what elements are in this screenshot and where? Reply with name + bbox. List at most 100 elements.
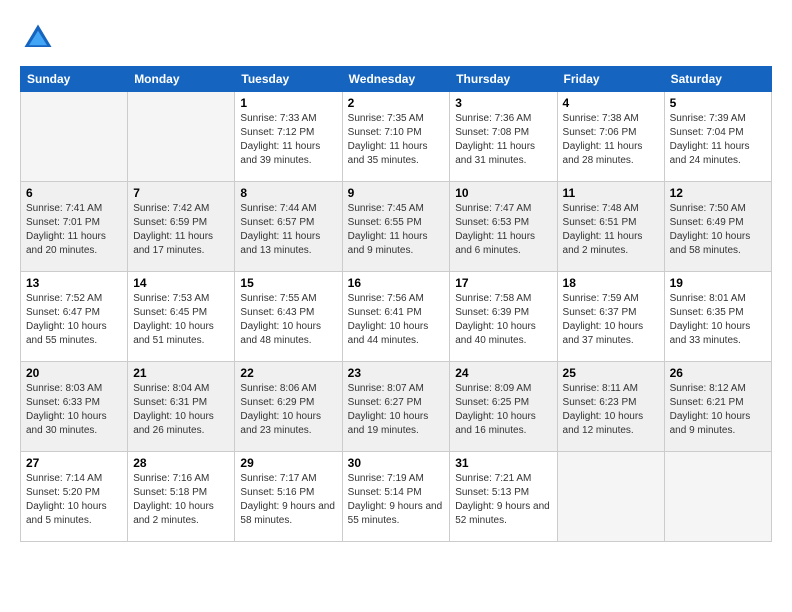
day-number: 3 [455,96,551,110]
day-number: 18 [563,276,659,290]
day-info: Sunrise: 7:17 AM Sunset: 5:16 PM Dayligh… [240,472,336,528]
day-number: 13 [26,276,122,290]
day-number: 5 [670,96,766,110]
day-number: 17 [455,276,551,290]
calendar-cell: 22 Sunrise: 8:06 AM Sunset: 6:29 PM Dayli… [235,362,342,452]
day-info: Sunrise: 7:44 AM Sunset: 6:57 PM Dayligh… [240,202,336,258]
calendar-cell: 25 Sunrise: 8:11 AM Sunset: 6:23 PM Dayli… [557,362,664,452]
day-number: 23 [348,366,445,380]
day-info: Sunrise: 7:19 AM Sunset: 5:14 PM Dayligh… [348,472,445,528]
day-info: Sunrise: 7:59 AM Sunset: 6:37 PM Dayligh… [563,292,659,348]
calendar-cell: 18 Sunrise: 7:59 AM Sunset: 6:37 PM Dayli… [557,272,664,362]
logo-icon [20,20,56,56]
day-number: 27 [26,456,122,470]
day-info: Sunrise: 7:42 AM Sunset: 6:59 PM Dayligh… [133,202,229,258]
day-number: 2 [348,96,445,110]
col-header-friday: Friday [557,67,664,92]
day-number: 16 [348,276,445,290]
day-info: Sunrise: 8:06 AM Sunset: 6:29 PM Dayligh… [240,382,336,438]
day-number: 9 [348,186,445,200]
calendar-cell: 16 Sunrise: 7:56 AM Sunset: 6:41 PM Dayli… [342,272,450,362]
day-number: 30 [348,456,445,470]
day-info: Sunrise: 7:55 AM Sunset: 6:43 PM Dayligh… [240,292,336,348]
calendar-cell: 12 Sunrise: 7:50 AM Sunset: 6:49 PM Dayli… [664,182,771,272]
day-info: Sunrise: 8:09 AM Sunset: 6:25 PM Dayligh… [455,382,551,438]
day-info: Sunrise: 7:33 AM Sunset: 7:12 PM Dayligh… [240,112,336,168]
calendar-cell: 11 Sunrise: 7:48 AM Sunset: 6:51 PM Dayli… [557,182,664,272]
day-number: 20 [26,366,122,380]
day-number: 10 [455,186,551,200]
day-info: Sunrise: 8:11 AM Sunset: 6:23 PM Dayligh… [563,382,659,438]
day-info: Sunrise: 8:04 AM Sunset: 6:31 PM Dayligh… [133,382,229,438]
calendar-cell: 29 Sunrise: 7:17 AM Sunset: 5:16 PM Dayli… [235,452,342,542]
calendar-cell: 13 Sunrise: 7:52 AM Sunset: 6:47 PM Dayli… [21,272,128,362]
day-number: 22 [240,366,336,380]
day-info: Sunrise: 7:14 AM Sunset: 5:20 PM Dayligh… [26,472,122,528]
logo [20,20,62,56]
week-row-4: 20Sunrise: 8:03 AM Sunset: 6:33 PM Dayli… [21,362,772,452]
calendar-cell: 4 Sunrise: 7:38 AM Sunset: 7:06 PM Daylig… [557,92,664,182]
calendar-cell: 2 Sunrise: 7:35 AM Sunset: 7:10 PM Daylig… [342,92,450,182]
day-info: Sunrise: 7:41 AM Sunset: 7:01 PM Dayligh… [26,202,122,258]
week-row-2: 6Sunrise: 7:41 AM Sunset: 7:01 PM Daylig… [21,182,772,272]
col-header-monday: Monday [128,67,235,92]
calendar-cell: 24 Sunrise: 8:09 AM Sunset: 6:25 PM Dayli… [450,362,557,452]
day-number: 24 [455,366,551,380]
day-number: 26 [670,366,766,380]
day-info: Sunrise: 7:48 AM Sunset: 6:51 PM Dayligh… [563,202,659,258]
day-info: Sunrise: 8:12 AM Sunset: 6:21 PM Dayligh… [670,382,766,438]
calendar-cell: 31Sunrise: 7:21 AM Sunset: 5:13 PM Dayli… [450,452,557,542]
day-info: Sunrise: 7:35 AM Sunset: 7:10 PM Dayligh… [348,112,445,168]
week-row-1: 1 Sunrise: 7:33 AM Sunset: 7:12 PM Daylig… [21,92,772,182]
day-info: Sunrise: 7:56 AM Sunset: 6:41 PM Dayligh… [348,292,445,348]
calendar-cell: 9Sunrise: 7:45 AM Sunset: 6:55 PM Daylig… [342,182,450,272]
calendar-cell: 1 Sunrise: 7:33 AM Sunset: 7:12 PM Daylig… [235,92,342,182]
calendar-cell: 17Sunrise: 7:58 AM Sunset: 6:39 PM Dayli… [450,272,557,362]
day-number: 15 [240,276,336,290]
header [20,20,772,56]
day-number: 14 [133,276,229,290]
day-info: Sunrise: 7:36 AM Sunset: 7:08 PM Dayligh… [455,112,551,168]
day-number: 25 [563,366,659,380]
day-info: Sunrise: 7:53 AM Sunset: 6:45 PM Dayligh… [133,292,229,348]
calendar-cell: 14 Sunrise: 7:53 AM Sunset: 6:45 PM Dayli… [128,272,235,362]
day-info: Sunrise: 7:52 AM Sunset: 6:47 PM Dayligh… [26,292,122,348]
day-number: 29 [240,456,336,470]
day-number: 12 [670,186,766,200]
calendar-cell: 28Sunrise: 7:16 AM Sunset: 5:18 PM Dayli… [128,452,235,542]
day-number: 21 [133,366,229,380]
day-info: Sunrise: 8:07 AM Sunset: 6:27 PM Dayligh… [348,382,445,438]
calendar-cell: 8 Sunrise: 7:44 AM Sunset: 6:57 PM Daylig… [235,182,342,272]
calendar-cell: 26 Sunrise: 8:12 AM Sunset: 6:21 PM Dayli… [664,362,771,452]
day-number: 4 [563,96,659,110]
day-info: Sunrise: 7:50 AM Sunset: 6:49 PM Dayligh… [670,202,766,258]
day-number: 28 [133,456,229,470]
day-number: 7 [133,186,229,200]
calendar-cell: 30 Sunrise: 7:19 AM Sunset: 5:14 PM Dayli… [342,452,450,542]
week-row-5: 27 Sunrise: 7:14 AM Sunset: 5:20 PM Dayli… [21,452,772,542]
calendar-cell: 15 Sunrise: 7:55 AM Sunset: 6:43 PM Dayli… [235,272,342,362]
calendar-cell [21,92,128,182]
day-info: Sunrise: 7:47 AM Sunset: 6:53 PM Dayligh… [455,202,551,258]
col-header-wednesday: Wednesday [342,67,450,92]
calendar-cell: 21 Sunrise: 8:04 AM Sunset: 6:31 PM Dayli… [128,362,235,452]
col-header-sunday: Sunday [21,67,128,92]
day-number: 8 [240,186,336,200]
calendar-header-row: SundayMondayTuesdayWednesdayThursdayFrid… [21,67,772,92]
day-number: 11 [563,186,659,200]
day-info: Sunrise: 8:01 AM Sunset: 6:35 PM Dayligh… [670,292,766,348]
calendar-cell: 23 Sunrise: 8:07 AM Sunset: 6:27 PM Dayli… [342,362,450,452]
day-info: Sunrise: 7:39 AM Sunset: 7:04 PM Dayligh… [670,112,766,168]
calendar-cell: 6Sunrise: 7:41 AM Sunset: 7:01 PM Daylig… [21,182,128,272]
day-number: 19 [670,276,766,290]
calendar-cell [664,452,771,542]
col-header-saturday: Saturday [664,67,771,92]
calendar-cell: 3 Sunrise: 7:36 AM Sunset: 7:08 PM Daylig… [450,92,557,182]
day-number: 1 [240,96,336,110]
day-info: Sunrise: 7:38 AM Sunset: 7:06 PM Dayligh… [563,112,659,168]
day-number: 31 [455,456,551,470]
calendar-cell [557,452,664,542]
calendar-cell: 20Sunrise: 8:03 AM Sunset: 6:33 PM Dayli… [21,362,128,452]
col-header-tuesday: Tuesday [235,67,342,92]
calendar-cell: 7 Sunrise: 7:42 AM Sunset: 6:59 PM Daylig… [128,182,235,272]
